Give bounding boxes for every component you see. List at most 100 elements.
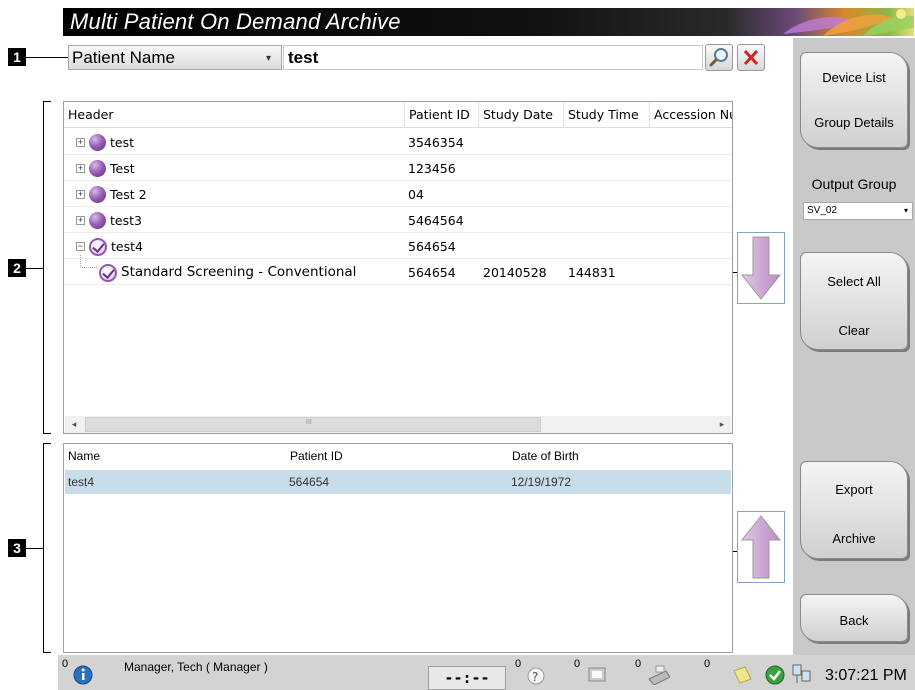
chevron-down-icon: ▾ bbox=[903, 206, 908, 215]
arrow-down-icon bbox=[740, 236, 782, 300]
select-all-button[interactable]: Select All bbox=[801, 274, 907, 289]
selected-row[interactable]: test4 564654 12/19/1972 bbox=[65, 470, 731, 494]
back-button[interactable]: Back bbox=[800, 594, 908, 642]
search-button[interactable] bbox=[705, 44, 733, 71]
printer-icon[interactable] bbox=[646, 663, 670, 685]
row-patient-id: 3546354 bbox=[408, 135, 464, 150]
patient-icon bbox=[89, 186, 106, 203]
title-bar: Multi Patient On Demand Archive bbox=[63, 8, 914, 36]
callout-line bbox=[26, 57, 68, 58]
tree-row[interactable]: + Test 123456 bbox=[64, 156, 732, 181]
tree-row[interactable]: − test4 564654 bbox=[64, 234, 732, 259]
column-header[interactable]: Study Date bbox=[479, 102, 564, 128]
scroll-right-icon[interactable]: ▸ bbox=[713, 416, 731, 433]
group-details-button[interactable]: Group Details bbox=[801, 115, 907, 130]
info-icon[interactable] bbox=[72, 663, 96, 685]
flower-logo-icon bbox=[783, 9, 914, 36]
count: 0 bbox=[704, 658, 711, 670]
patient-icon bbox=[89, 212, 106, 229]
callout-2: 2 bbox=[8, 259, 26, 277]
patient-tree-list[interactable]: Header Patient ID Study Date Study Time … bbox=[63, 101, 733, 434]
row-name: test4 bbox=[111, 239, 143, 254]
column-header[interactable]: Study Time bbox=[564, 102, 650, 128]
callout-line bbox=[26, 268, 43, 269]
callout-line bbox=[26, 548, 43, 549]
expand-icon[interactable]: + bbox=[76, 138, 85, 147]
row-patient-id: 04 bbox=[408, 187, 424, 202]
row-name: Standard Screening - Conventional bbox=[121, 264, 357, 280]
selected-patients-list[interactable]: Name Patient ID Date of Birth test4 5646… bbox=[63, 443, 733, 653]
row-name: Test 2 bbox=[110, 187, 147, 202]
scroll-thumb[interactable]: III bbox=[85, 417, 541, 432]
tree-row[interactable]: + Test 2 04 bbox=[64, 182, 732, 207]
column-header[interactable]: Patient ID bbox=[286, 444, 506, 468]
move-down-button[interactable] bbox=[737, 232, 785, 304]
device-list-group: Device List Group Details bbox=[800, 52, 908, 148]
patient-icon bbox=[89, 160, 106, 177]
bracket bbox=[43, 443, 51, 653]
app-title: Multi Patient On Demand Archive bbox=[70, 9, 401, 34]
output-group-label: Output Group bbox=[811, 176, 897, 192]
clear-button[interactable]: Clear bbox=[801, 323, 907, 338]
selection-group: Select All Clear bbox=[800, 252, 908, 350]
svg-text:?: ? bbox=[532, 670, 538, 684]
move-up-button[interactable] bbox=[737, 511, 785, 583]
network-icon[interactable] bbox=[790, 661, 814, 683]
search-input[interactable]: test bbox=[283, 45, 703, 70]
row-study-date: 20140528 bbox=[483, 265, 547, 280]
checkmark-status-icon[interactable] bbox=[763, 663, 787, 685]
scroll-grip: III bbox=[306, 419, 312, 426]
row-patient-id: 123456 bbox=[408, 161, 456, 176]
row-name: Test bbox=[110, 161, 135, 176]
tree-row[interactable]: + test3 5464564 bbox=[64, 208, 732, 233]
checked-patient-icon bbox=[89, 238, 107, 256]
tree-row[interactable]: Standard Screening - Conventional 564654… bbox=[64, 255, 732, 285]
column-header[interactable]: Date of Birth bbox=[508, 444, 728, 468]
expand-icon[interactable]: + bbox=[76, 164, 85, 173]
search-field-select[interactable]: Patient Name ▾ bbox=[68, 45, 282, 70]
row-name: test4 bbox=[68, 475, 95, 489]
search-field-label: Patient Name bbox=[72, 48, 175, 67]
tree-header: Header Patient ID Study Date Study Time … bbox=[64, 102, 732, 128]
row-name: test bbox=[110, 135, 135, 150]
back-button-label: Back bbox=[839, 613, 869, 628]
output-group-select[interactable]: SV_02 ▾ bbox=[803, 202, 913, 220]
help-icon[interactable]: ? bbox=[524, 665, 548, 687]
count: 0 bbox=[574, 658, 581, 670]
column-header[interactable]: Header bbox=[64, 102, 405, 128]
checked-study-icon bbox=[99, 264, 117, 282]
chevron-down-icon: ▾ bbox=[265, 53, 271, 64]
exposure-timer: --:-- bbox=[428, 666, 506, 690]
horizontal-scrollbar[interactable]: ◂ III ▸ bbox=[65, 416, 731, 433]
device-list-button[interactable]: Device List bbox=[801, 70, 907, 85]
media-icon[interactable] bbox=[585, 663, 609, 685]
current-user: Manager, Tech ( Manager ) bbox=[124, 660, 268, 674]
tree-row[interactable]: + test 3546354 bbox=[64, 130, 732, 155]
collapse-icon[interactable]: − bbox=[76, 242, 85, 251]
column-header[interactable]: Patient ID bbox=[405, 102, 479, 128]
export-archive-group: Export Archive bbox=[800, 461, 908, 559]
row-dob: 12/19/1972 bbox=[511, 475, 572, 489]
scroll-left-icon[interactable]: ◂ bbox=[65, 416, 83, 433]
arrow-up-icon bbox=[740, 515, 782, 579]
magnifier-icon bbox=[709, 48, 728, 67]
row-patient-id: 564654 bbox=[289, 475, 330, 489]
expand-icon[interactable]: + bbox=[76, 216, 85, 225]
row-patient-id: 564654 bbox=[408, 239, 456, 254]
row-patient-id: 5464564 bbox=[408, 213, 464, 228]
row-study-time: 144831 bbox=[568, 265, 616, 280]
alert-count: 0 bbox=[62, 658, 69, 670]
expand-icon[interactable]: + bbox=[76, 190, 85, 199]
row-name: test3 bbox=[110, 213, 142, 228]
patient-icon bbox=[89, 134, 106, 151]
export-button[interactable]: Export bbox=[801, 482, 907, 497]
clear-search-button[interactable] bbox=[737, 44, 765, 71]
notes-icon[interactable] bbox=[731, 663, 755, 685]
column-header[interactable]: Name bbox=[64, 444, 284, 468]
output-group-value: SV_02 bbox=[807, 205, 838, 216]
callout-1: 1 bbox=[8, 48, 26, 66]
archive-button[interactable]: Archive bbox=[801, 531, 907, 546]
callout-3: 3 bbox=[8, 539, 26, 557]
close-icon bbox=[743, 49, 759, 66]
column-header[interactable]: Accession Nu bbox=[650, 102, 732, 128]
